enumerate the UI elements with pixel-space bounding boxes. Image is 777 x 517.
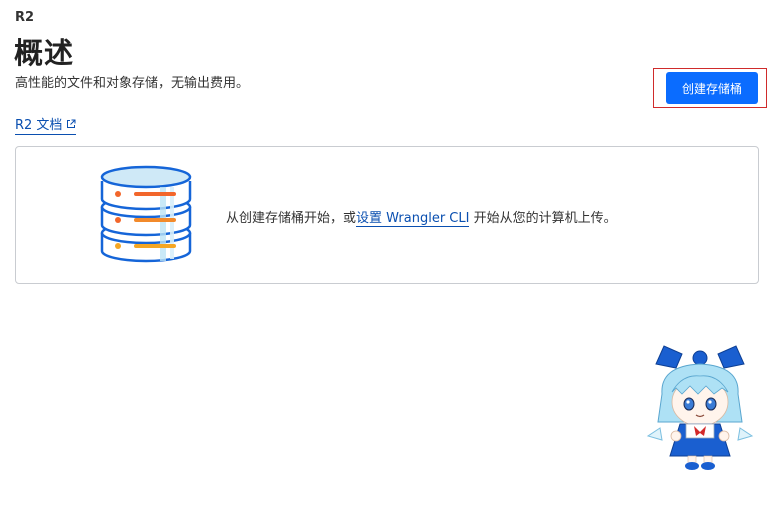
empty-state-text-after: 开始从您的计算机上传。 — [469, 211, 617, 226]
database-storage-icon — [100, 163, 192, 267]
page-title: 概述 — [14, 36, 75, 70]
breadcrumb[interactable]: R2 — [15, 10, 34, 25]
wrangler-cli-link[interactable]: 设置 Wrangler CLI — [356, 211, 470, 227]
mascot-sticker — [642, 344, 758, 472]
empty-state-text-before: 从创建存储桶开始，或 — [226, 211, 357, 226]
page-subtitle: 高性能的文件和对象存储，无输出费用。 — [15, 76, 250, 91]
empty-state-message: 从创建存储桶开始，或设置 Wrangler CLI 开始从您的计算机上传。 — [226, 207, 617, 227]
r2-overview-page: R2 概述 高性能的文件和对象存储，无输出费用。 R2 文档 创建存储桶 从创建… — [0, 0, 777, 517]
external-link-icon — [66, 119, 76, 129]
create-bucket-button[interactable]: 创建存储桶 — [666, 72, 758, 104]
r2-docs-link[interactable]: R2 文档 — [15, 114, 77, 135]
empty-state-card: 从创建存储桶开始，或设置 Wrangler CLI 开始从您的计算机上传。 — [15, 146, 759, 284]
r2-docs-link-label: R2 文档 — [15, 118, 63, 133]
